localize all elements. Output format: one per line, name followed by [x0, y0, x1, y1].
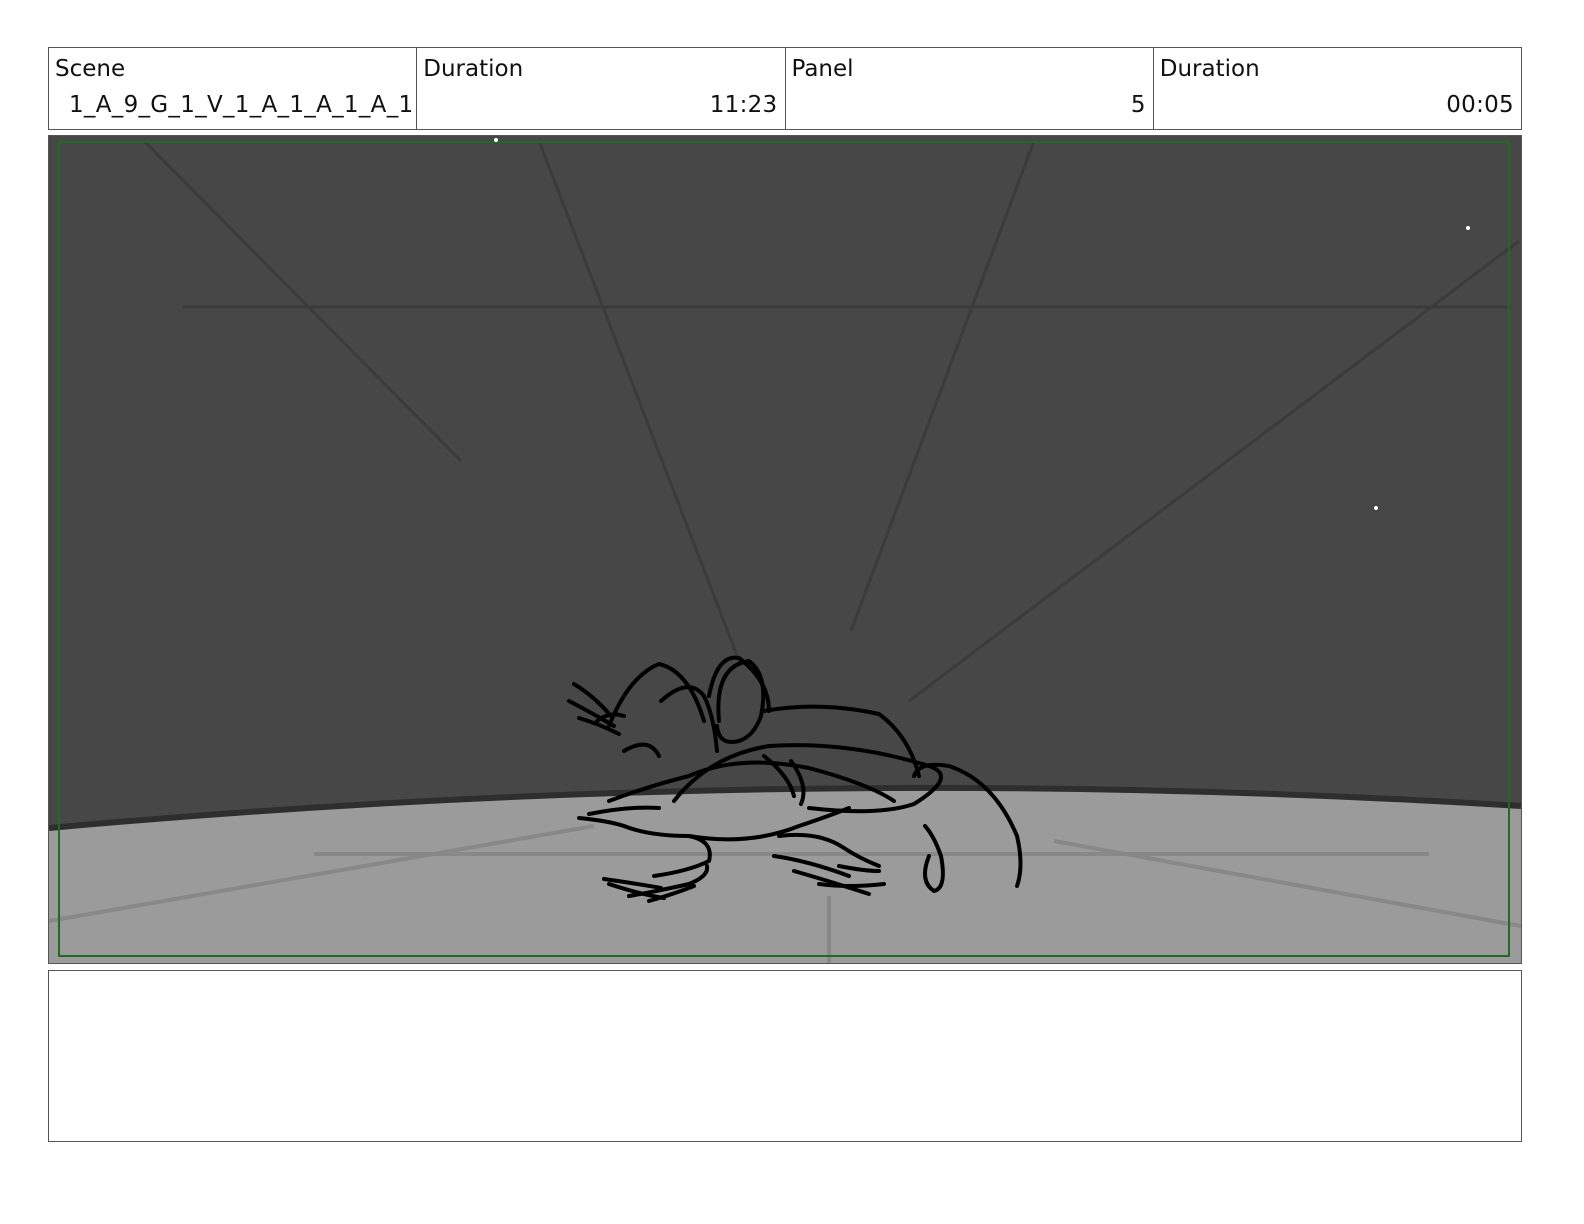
scene-value: 1_A_9_G_1_V_1_A_1_A_1_A_1 — [69, 92, 414, 118]
ground-plane — [49, 787, 1521, 963]
panel-cell: Panel 5 — [786, 48, 1154, 129]
scene-duration-cell: Duration 11:23 — [417, 48, 786, 129]
panel-label: Panel — [791, 56, 854, 82]
panel-number-value: 5 — [1130, 92, 1146, 118]
panel-duration-value: 00:05 — [1446, 92, 1514, 118]
panel-drawing — [49, 136, 1521, 963]
panel-duration-cell: Duration 00:05 — [1154, 48, 1521, 129]
scene-duration-label: Duration — [423, 56, 524, 82]
scene-cell: Scene 1_A_9_G_1_V_1_A_1_A_1_A_1 — [49, 48, 418, 129]
storyboard-panel-image — [48, 135, 1522, 964]
panel-notes-box[interactable] — [48, 970, 1522, 1142]
scene-duration-value: 11:23 — [709, 92, 778, 118]
panel-duration-label: Duration — [1159, 56, 1260, 82]
scene-label: Scene — [55, 56, 126, 82]
panel-info-header: Scene 1_A_9_G_1_V_1_A_1_A_1_A_1 Duration… — [48, 47, 1522, 130]
